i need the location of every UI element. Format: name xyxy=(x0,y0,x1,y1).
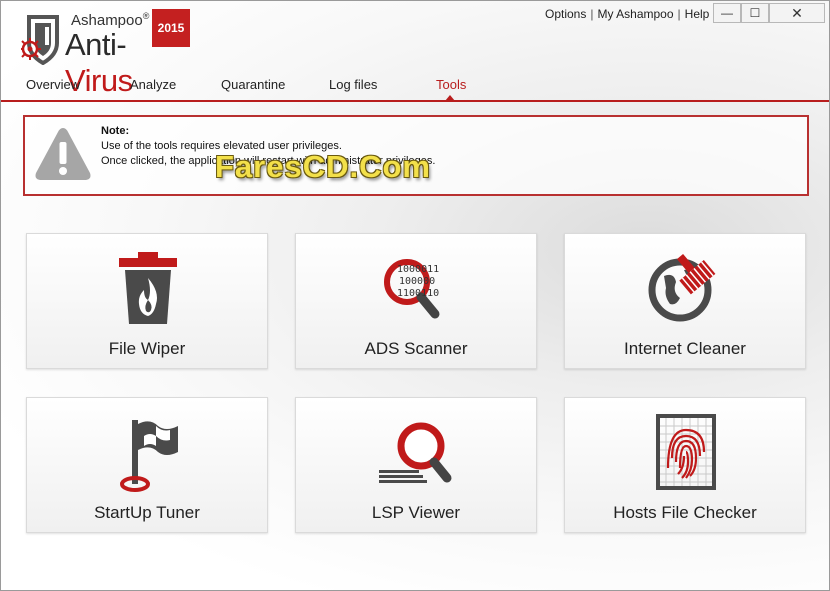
tab-tools[interactable]: Tools xyxy=(436,77,466,92)
fingerprint-icon xyxy=(656,414,716,490)
tab-quarantine[interactable]: Quarantine xyxy=(221,77,285,92)
tool-label: ADS Scanner xyxy=(364,339,468,358)
options-link[interactable]: Options xyxy=(545,7,586,21)
warning-icon xyxy=(35,128,91,180)
binary-magnifier-icon: 1000011 100000 1100110 xyxy=(384,259,440,319)
help-link[interactable]: Help xyxy=(685,7,710,21)
magnifier-icon xyxy=(379,422,452,483)
svg-text:100000: 100000 xyxy=(399,276,435,287)
tool-label: Hosts File Checker xyxy=(613,503,757,522)
link-separator: | xyxy=(590,7,594,21)
minimize-button[interactable]: — xyxy=(713,3,741,23)
top-links: Options | My Ashampoo | Help xyxy=(545,7,709,21)
file-wiper-button[interactable]: File Wiper xyxy=(26,233,268,369)
active-tab-indicator xyxy=(445,95,455,101)
shield-logo-icon xyxy=(21,15,59,65)
close-button[interactable]: ✕ xyxy=(769,3,825,23)
svg-text:1000011: 1000011 xyxy=(397,264,439,275)
tool-label: File Wiper xyxy=(108,339,186,358)
app-logo: Ashampoo® Anti-Virus 2015 xyxy=(9,7,190,98)
year-badge: 2015 xyxy=(152,9,190,47)
tab-divider xyxy=(1,100,829,102)
maximize-button[interactable]: ☐ xyxy=(741,3,769,23)
tool-label: LSP Viewer xyxy=(371,503,461,522)
tool-label: Internet Cleaner xyxy=(624,339,746,358)
trash-fire-icon xyxy=(119,252,177,324)
lsp-viewer-button[interactable]: LSP Viewer xyxy=(295,397,537,533)
watermark: FaresCD.Com xyxy=(215,149,431,184)
tab-analyze[interactable]: Analyze xyxy=(130,77,176,92)
svg-text:1100110: 1100110 xyxy=(397,288,439,299)
flag-pin-icon xyxy=(120,420,178,492)
tool-label: StartUp Tuner xyxy=(94,503,200,522)
ads-scanner-button[interactable]: 1000011 100000 1100110 ADS Scanner xyxy=(295,233,537,369)
main-tabs: Overview Analyze Quarantine Log files To… xyxy=(1,77,829,102)
note-title: Note: xyxy=(101,125,130,137)
my-ashampoo-link[interactable]: My Ashampoo xyxy=(597,7,673,21)
window-controls: — ☐ ✕ xyxy=(713,3,825,23)
startup-tuner-button[interactable]: StartUp Tuner xyxy=(26,397,268,533)
internet-cleaner-button[interactable]: Internet Cleaner xyxy=(564,233,806,369)
link-separator: | xyxy=(677,7,681,21)
hosts-file-checker-button[interactable]: Hosts File Checker xyxy=(564,397,806,533)
tab-overview[interactable]: Overview xyxy=(26,77,80,92)
globe-brush-icon xyxy=(648,253,716,322)
tab-log-files[interactable]: Log files xyxy=(329,77,377,92)
app-window: Ashampoo® Anti-Virus 2015 Options | My A… xyxy=(0,0,830,591)
